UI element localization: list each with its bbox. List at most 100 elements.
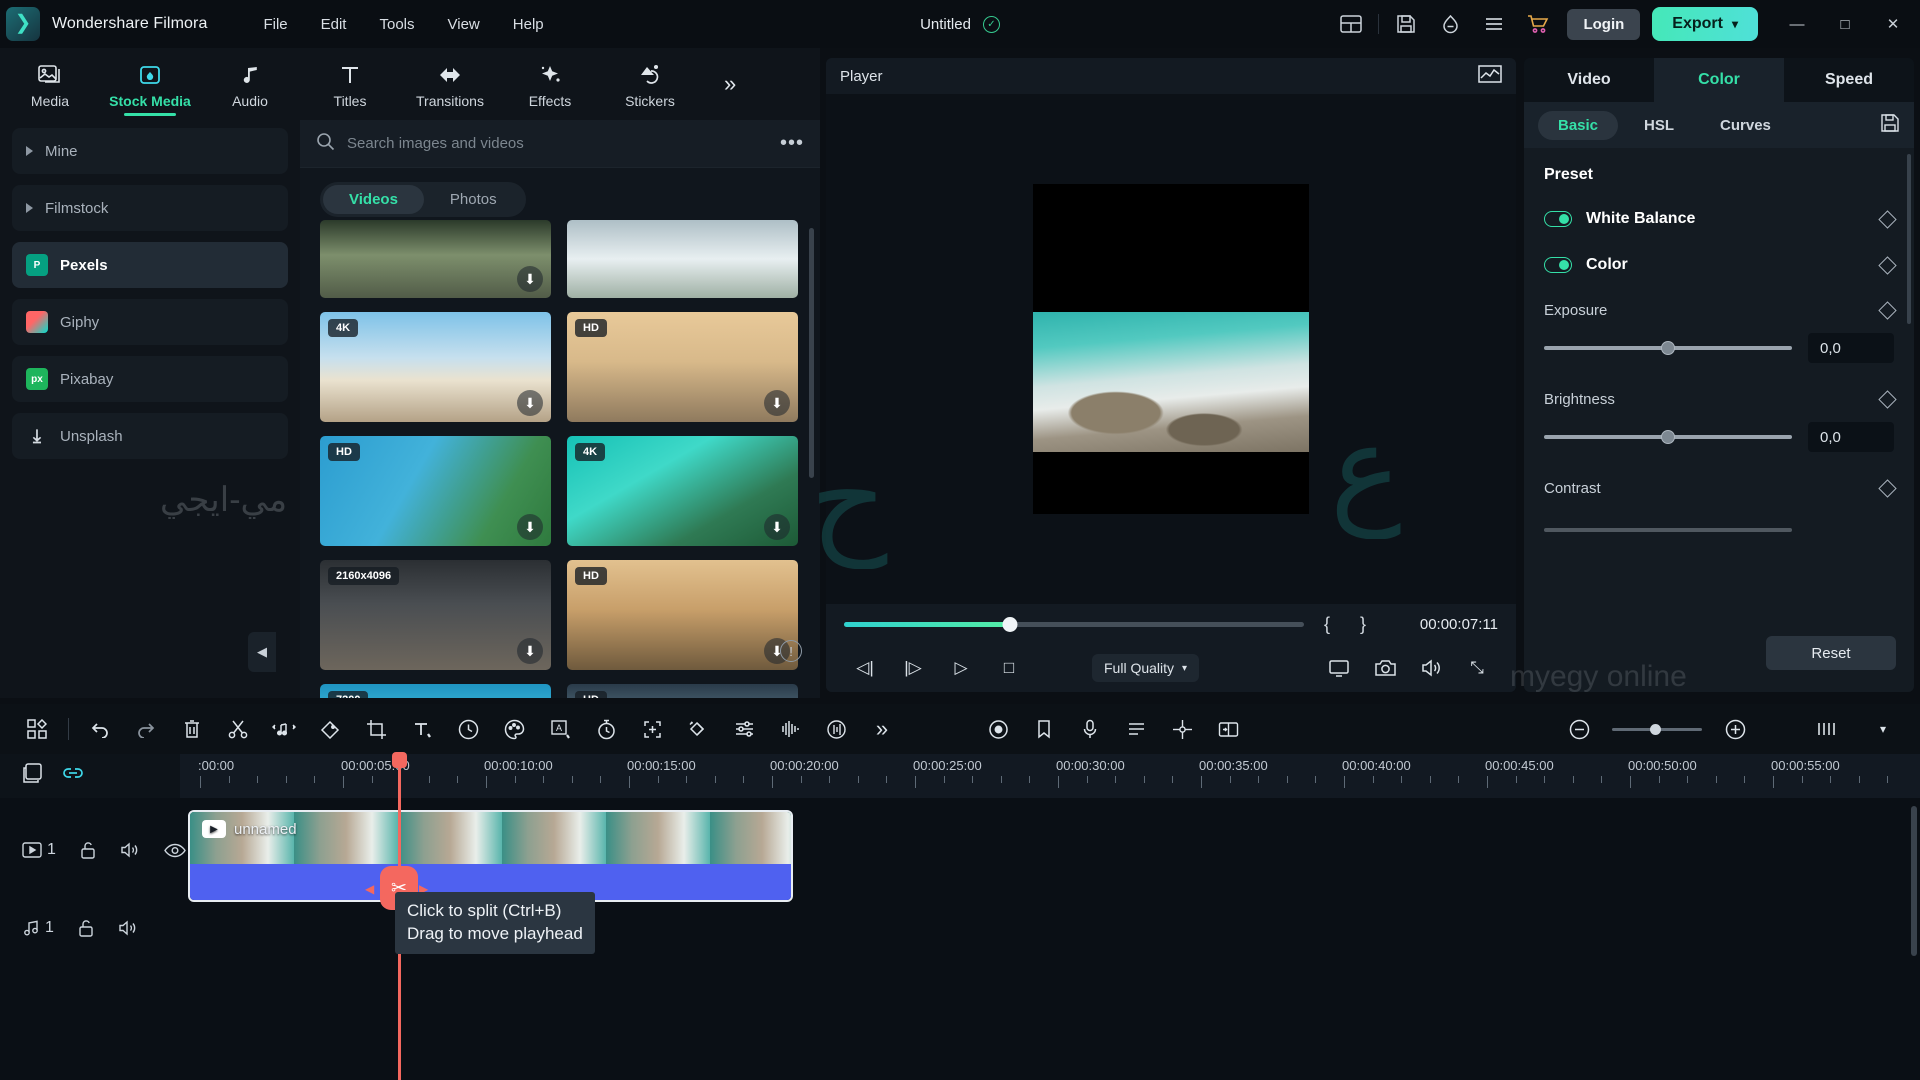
contrast-slider[interactable]: [1544, 528, 1792, 532]
redo-icon[interactable]: [123, 709, 169, 749]
media-thumbnail[interactable]: ⬇: [320, 220, 551, 298]
adjust-sliders-icon[interactable]: [721, 709, 767, 749]
chevron-left-icon[interactable]: ◀: [365, 882, 374, 896]
sidebar-item-mine[interactable]: Mine: [12, 128, 288, 174]
download-icon[interactable]: ⬇: [764, 390, 790, 416]
tab-transitions[interactable]: Transitions: [400, 48, 500, 120]
menu-view[interactable]: View: [434, 10, 494, 39]
tab-speed[interactable]: Speed: [1784, 58, 1914, 102]
download-icon[interactable]: ⬇: [517, 266, 543, 292]
menu-edit[interactable]: Edit: [307, 10, 361, 39]
media-thumbnail[interactable]: 4K ⬇: [320, 312, 551, 422]
stop-button[interactable]: □: [988, 651, 1030, 685]
speed-icon[interactable]: [445, 709, 491, 749]
audio-ducking-icon[interactable]: [813, 709, 859, 749]
green-screen-icon[interactable]: [1159, 709, 1205, 749]
media-thumbnail[interactable]: HD ⬇: [567, 560, 798, 670]
toggle-row-color[interactable]: Color: [1524, 242, 1914, 288]
ellipsis-icon[interactable]: •••: [780, 132, 804, 155]
mark-in-button[interactable]: {: [1314, 614, 1340, 635]
sidebar-item-pexels[interactable]: P Pexels: [12, 242, 288, 288]
crop-icon[interactable]: [353, 709, 399, 749]
menu-file[interactable]: File: [249, 10, 301, 39]
cloud-drive-icon[interactable]: [1429, 4, 1471, 44]
info-icon[interactable]: !: [780, 640, 802, 662]
menu-help[interactable]: Help: [499, 10, 558, 39]
keyframe-diamond-icon[interactable]: [1878, 255, 1897, 275]
download-icon[interactable]: ⬇: [517, 638, 543, 664]
zoom-handle[interactable]: [1649, 723, 1661, 735]
sidebar-item-pixabay[interactable]: px Pixabay: [12, 356, 288, 402]
preview-video[interactable]: [1033, 184, 1309, 514]
subtab-basic[interactable]: Basic: [1538, 110, 1619, 140]
download-icon[interactable]: ⬇: [764, 514, 790, 540]
track-visibility-button[interactable]: [164, 843, 186, 858]
playhead-handle[interactable]: [392, 752, 407, 768]
sidebar-item-unsplash[interactable]: ⤓ Unsplash: [12, 413, 288, 459]
menu-tools[interactable]: Tools: [365, 10, 428, 39]
window-maximize-button[interactable]: □: [1822, 0, 1868, 48]
keyframe-diamond-icon[interactable]: [1878, 209, 1897, 229]
window-close-button[interactable]: ✕: [1870, 0, 1916, 48]
fullscreen-icon[interactable]: ⤡: [1456, 651, 1498, 685]
zoom-out-icon[interactable]: [1556, 709, 1602, 749]
track-mute-button[interactable]: [120, 841, 140, 859]
mic-icon[interactable]: [1067, 709, 1113, 749]
waveform-graph-icon[interactable]: [1478, 64, 1502, 89]
timeline-vertical-scrollbar[interactable]: [1911, 806, 1917, 956]
delete-trash-icon[interactable]: [169, 709, 215, 749]
results-scrollbar[interactable]: [809, 228, 814, 478]
media-thumbnail[interactable]: 2160x4096 ⬇: [320, 560, 551, 670]
view-grid-icon[interactable]: [1804, 709, 1850, 749]
color-palette-icon[interactable]: [491, 709, 537, 749]
subtab-hsl[interactable]: HSL: [1624, 111, 1694, 140]
tab-videos[interactable]: Videos: [323, 185, 424, 214]
tab-video[interactable]: Video: [1524, 58, 1654, 102]
brightness-slider[interactable]: [1544, 430, 1792, 444]
import-media-icon[interactable]: [22, 762, 44, 790]
color-toggle[interactable]: [1544, 257, 1572, 273]
brightness-handle[interactable]: [1661, 430, 1675, 444]
nav-more-button[interactable]: »: [724, 71, 736, 97]
save-icon[interactable]: [1385, 4, 1427, 44]
media-thumbnail[interactable]: HD ⬇: [567, 312, 798, 422]
prev-frame-button[interactable]: ◁|: [844, 651, 886, 685]
marker-tag-icon[interactable]: [307, 709, 353, 749]
volume-icon[interactable]: [1410, 651, 1452, 685]
media-thumbnail[interactable]: HD ⬇: [320, 436, 551, 546]
white-balance-toggle[interactable]: [1544, 211, 1572, 227]
quality-dropdown[interactable]: Full Quality ▾: [1092, 654, 1200, 682]
zoom-in-icon[interactable]: [1712, 709, 1758, 749]
sidebar-collapse-button[interactable]: ◀: [248, 632, 276, 672]
tab-color[interactable]: Color: [1654, 58, 1784, 102]
tab-audio[interactable]: Audio: [200, 48, 300, 120]
subtab-curves[interactable]: Curves: [1700, 111, 1791, 140]
text-icon[interactable]: [399, 709, 445, 749]
marker-icon[interactable]: [1021, 709, 1067, 749]
properties-scrollbar[interactable]: [1907, 154, 1911, 324]
export-button[interactable]: Export ▾: [1652, 7, 1758, 41]
split-screen-icon[interactable]: [1205, 709, 1251, 749]
keyframe-add-icon[interactable]: [629, 709, 675, 749]
timeline-clip-unnamed[interactable]: ▶ unnamed: [188, 810, 793, 902]
keyframe-diamond-icon[interactable]: [1878, 479, 1897, 498]
media-thumbnail[interactable]: 7200: [320, 684, 551, 698]
track-lock-button[interactable]: [78, 919, 94, 938]
track-mute-button[interactable]: [118, 919, 138, 937]
zoom-slider[interactable]: [1612, 723, 1702, 735]
record-voice-icon[interactable]: [975, 709, 1021, 749]
snapshot-camera-icon[interactable]: [1364, 651, 1406, 685]
layout-icon[interactable]: [1330, 4, 1372, 44]
chevrons-right-icon[interactable]: »: [859, 709, 905, 749]
split-scissors-icon[interactable]: [215, 709, 261, 749]
next-frame-button[interactable]: |▷: [892, 651, 934, 685]
tab-photos[interactable]: Photos: [424, 185, 523, 214]
exposure-handle[interactable]: [1661, 341, 1675, 355]
timeline-ruler[interactable]: :00:00 00:00:05:00 00:00:10:00 00:00:15:00 0…: [180, 754, 1920, 798]
search-input[interactable]: [347, 135, 768, 152]
mark-out-button[interactable]: }: [1350, 614, 1376, 635]
sidebar-item-giphy[interactable]: Giphy: [12, 299, 288, 345]
tab-effects[interactable]: Effects: [500, 48, 600, 120]
seek-slider[interactable]: [844, 616, 1304, 632]
exposure-value[interactable]: 0,0: [1808, 333, 1894, 363]
